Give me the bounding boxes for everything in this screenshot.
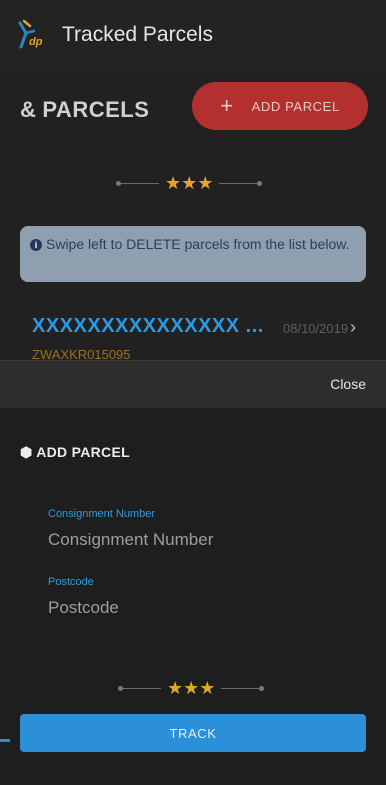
postcode-label: Postcode xyxy=(48,576,94,588)
chevron-right-icon[interactable]: › xyxy=(350,317,356,338)
add-parcel-button[interactable]: + ADD PARCEL xyxy=(192,82,368,130)
star-divider: ★★★ xyxy=(116,173,263,194)
app-header: dp Tracked Parcels xyxy=(0,0,386,70)
parcel-date: 08/10/2019 xyxy=(283,321,349,336)
parcels-panel: & PARCELS + ADD PARCEL ★★★ i Swipe left to… xyxy=(0,70,386,362)
stars-icon: ★★★ xyxy=(167,678,216,698)
parcel-name: XXXXXXXXXXXXXXX ... xyxy=(32,315,264,337)
postcode-input[interactable] xyxy=(48,596,348,620)
ampersand-icon: & xyxy=(20,97,37,122)
track-button[interactable]: TRACK xyxy=(20,714,366,752)
add-parcel-sheet: ⬢ ADD PARCEL Consignment Number Postcode… xyxy=(0,408,386,785)
app-title: Tracked Parcels xyxy=(62,23,213,46)
edge-accent xyxy=(0,739,10,742)
package-icon: ⬢ xyxy=(20,444,33,460)
stars-icon: ★★★ xyxy=(165,173,214,193)
dp-courier-logo-icon: dp xyxy=(18,19,43,49)
add-parcel-title: ⬢ ADD PARCEL xyxy=(20,444,130,460)
plus-icon: + xyxy=(220,93,234,118)
list-item[interactable]: XXXXXXXXXXXXXXX ... 08/10/2019 › ZWAXKR0… xyxy=(0,307,386,367)
consignment-number-input[interactable] xyxy=(48,528,348,552)
sheet-close-bar: Close xyxy=(0,360,386,409)
info-icon: i xyxy=(30,239,42,252)
star-divider: ★★★ xyxy=(118,678,265,699)
info-banner: i Swipe left to DELETE parcels from the l… xyxy=(20,226,366,282)
close-button[interactable]: Close xyxy=(330,376,366,392)
parcels-heading: & PARCELS xyxy=(20,97,150,122)
consignment-number-label: Consignment Number xyxy=(48,508,155,520)
svg-text:dp: dp xyxy=(29,36,43,48)
add-parcel-button-label: ADD PARCEL xyxy=(251,98,340,114)
info-message: Swipe left to DELETE parcels from the li… xyxy=(46,236,350,252)
